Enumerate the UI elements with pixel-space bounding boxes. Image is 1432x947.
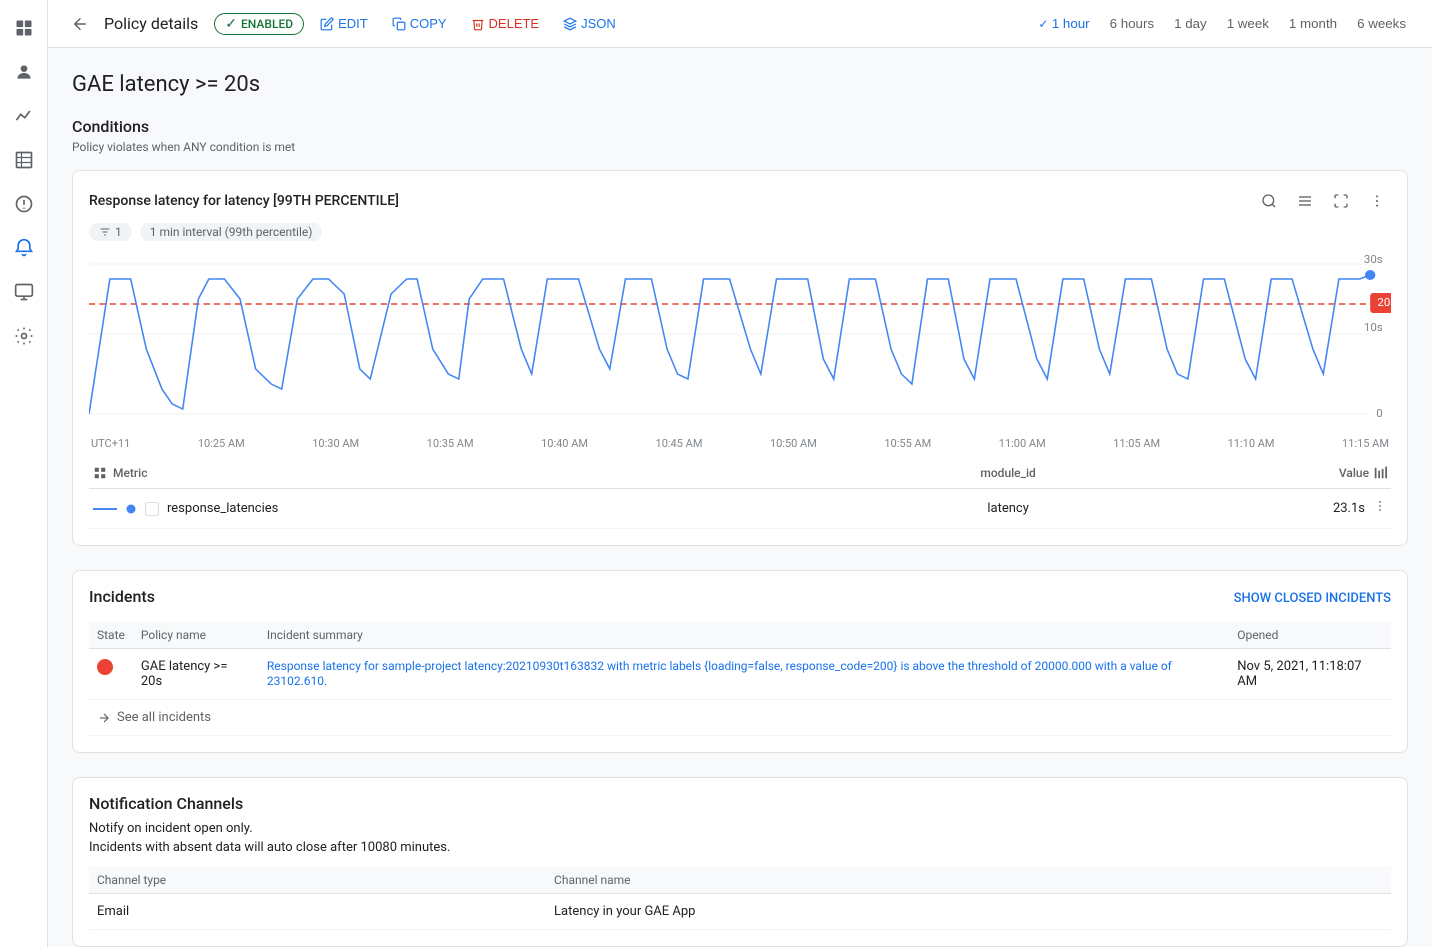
- value-col-header: Value: [1138, 458, 1391, 489]
- back-button[interactable]: [64, 8, 96, 40]
- summary-col-header: Incident summary: [259, 622, 1229, 649]
- notification-row: Email Latency in your GAE App: [89, 894, 1391, 930]
- bell-icon[interactable]: [4, 228, 44, 268]
- conditions-subtitle: Policy violates when ANY condition is me…: [72, 140, 1408, 154]
- svg-text:20s: 20s: [1377, 296, 1391, 309]
- metric-table: Metric module_id Value: [89, 458, 1391, 529]
- policy-title: GAE latency >= 20s: [72, 72, 1408, 97]
- incidents-table: State Policy name Incident summary Opene…: [89, 622, 1391, 736]
- chart-search-button[interactable]: [1255, 187, 1283, 215]
- channel-type-col-header: Channel type: [89, 867, 546, 894]
- json-button[interactable]: JSON: [555, 12, 624, 35]
- table-row: response_latencies latency 23.1s: [89, 489, 1391, 529]
- time-range-1d[interactable]: 1 day: [1164, 12, 1217, 35]
- incident-summary-cell: Response latency for sample-project late…: [259, 649, 1229, 700]
- svg-text:10s: 10s: [1364, 321, 1383, 334]
- incident-opened-cell: Nov 5, 2021, 11:18:07 AM: [1229, 649, 1391, 700]
- time-range-1h[interactable]: 1 hour: [1028, 12, 1099, 35]
- metric-checkbox[interactable]: [145, 502, 159, 516]
- chart-card: Response latency for latency [99TH PERCE…: [72, 170, 1408, 546]
- time-range-6h[interactable]: 6 hours: [1100, 12, 1164, 35]
- gear-icon[interactable]: [4, 316, 44, 356]
- module-id-cell: latency: [879, 489, 1138, 529]
- copy-button[interactable]: COPY: [384, 12, 455, 35]
- chart-header: Response latency for latency [99TH PERCE…: [89, 187, 1391, 215]
- time-range-selector: 1 hour 6 hours 1 day 1 week 1 month 6 we…: [1028, 12, 1416, 35]
- svg-text:0: 0: [1376, 407, 1382, 420]
- content-area: GAE latency >= 20s Conditions Policy vio…: [48, 48, 1432, 947]
- incidents-header: Incidents SHOW CLOSED INCIDENTS: [89, 587, 1391, 610]
- x-axis-labels: UTC+11 10:25 AM 10:30 AM 10:35 AM 10:40 …: [89, 437, 1391, 450]
- chart-line-icon[interactable]: [4, 96, 44, 136]
- show-closed-incidents-link[interactable]: SHOW CLOSED INCIDENTS: [1234, 591, 1391, 606]
- legend-interval: 1 min interval (99th percentile): [140, 223, 323, 241]
- conditions-title: Conditions: [72, 117, 1408, 136]
- notification-desc1: Notify on incident open only.: [89, 821, 1391, 836]
- topbar: Policy details ✓ ENABLED EDIT COPY DELET…: [48, 0, 1432, 48]
- state-col-header: State: [89, 622, 133, 649]
- chart-area: 30s 10s 0 20s: [89, 249, 1391, 429]
- metric-line-indicator: [93, 508, 117, 510]
- row-more-button[interactable]: [1373, 499, 1387, 518]
- chart-title: Response latency for latency [99TH PERCE…: [89, 193, 399, 209]
- incident-state-dot: [97, 659, 113, 675]
- time-range-1m[interactable]: 1 month: [1279, 12, 1347, 35]
- status-badge: ✓ ENABLED: [214, 13, 304, 35]
- monitor-icon[interactable]: [4, 272, 44, 312]
- status-check-icon: ✓: [225, 16, 237, 32]
- opened-col-header: Opened: [1229, 622, 1391, 649]
- chart-more-button[interactable]: [1363, 187, 1391, 215]
- chart-actions: [1255, 187, 1391, 215]
- module-id-col-header: module_id: [879, 458, 1138, 489]
- incident-row: GAE latency >= 20s Response latency for …: [89, 649, 1391, 700]
- edit-button[interactable]: EDIT: [312, 12, 376, 35]
- metric-name-cell: response_latencies: [89, 489, 879, 529]
- person-icon[interactable]: [4, 52, 44, 92]
- incident-state-cell: [89, 649, 133, 700]
- notification-desc2: Incidents with absent data will auto clo…: [89, 840, 1391, 855]
- policy-name-col-header: Policy name: [133, 622, 259, 649]
- page-title: Policy details: [104, 14, 198, 33]
- incidents-title: Incidents: [89, 587, 155, 606]
- delete-button[interactable]: DELETE: [463, 12, 548, 35]
- alert-circle-icon[interactable]: [4, 184, 44, 224]
- notification-table: Channel type Channel name Email Latency …: [89, 867, 1391, 930]
- incidents-section: Incidents SHOW CLOSED INCIDENTS State Po…: [72, 570, 1408, 753]
- see-all-label: See all incidents: [117, 710, 211, 725]
- see-all-row: See all incidents: [89, 700, 1391, 736]
- see-all-cell: See all incidents: [89, 700, 1391, 736]
- time-range-6w[interactable]: 6 weeks: [1347, 12, 1416, 35]
- notification-section: Notification Channels Notify on incident…: [72, 777, 1408, 947]
- incident-summary-link[interactable]: Response latency for sample-project late…: [267, 659, 1172, 688]
- incident-policy-name-cell: GAE latency >= 20s: [133, 649, 259, 700]
- chart-expand-button[interactable]: [1327, 187, 1355, 215]
- time-range-1w[interactable]: 1 week: [1217, 12, 1279, 35]
- see-all-incidents-link[interactable]: See all incidents: [97, 710, 1383, 725]
- metric-col-header: Metric: [89, 458, 879, 489]
- main-content: Policy details ✓ ENABLED EDIT COPY DELET…: [48, 0, 1432, 947]
- value-cell: 23.1s: [1138, 489, 1391, 529]
- notification-title: Notification Channels: [89, 794, 1391, 813]
- table-icon[interactable]: [4, 140, 44, 180]
- legend-filter-badge: 1: [89, 223, 132, 241]
- chart-legend: 1 1 min interval (99th percentile): [89, 223, 1391, 241]
- home-icon[interactable]: [4, 8, 44, 48]
- channel-name-cell: Latency in your GAE App: [546, 894, 1391, 930]
- channel-name-col-header: Channel name: [546, 867, 1391, 894]
- chart-compare-button[interactable]: [1291, 187, 1319, 215]
- sidebar: [0, 0, 48, 947]
- channel-type-cell: Email: [89, 894, 546, 930]
- chart-svg: 30s 10s 0 20s: [89, 249, 1391, 429]
